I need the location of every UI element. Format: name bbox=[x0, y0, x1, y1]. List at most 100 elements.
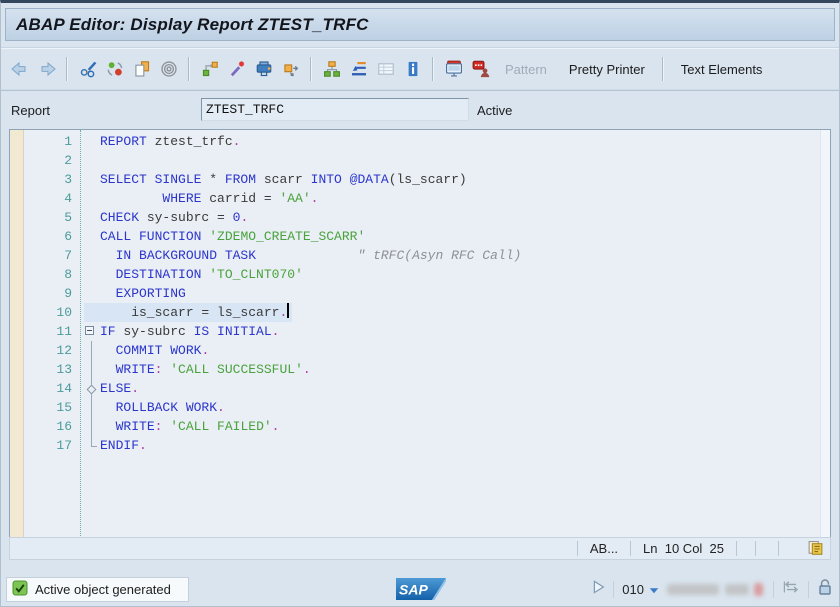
fold-gutter bbox=[84, 227, 100, 246]
active-status-label: Active bbox=[477, 103, 513, 118]
line-number: 5 bbox=[64, 210, 72, 225]
line-number: 7 bbox=[64, 248, 72, 263]
lock-icon[interactable] bbox=[817, 578, 833, 601]
report-input[interactable] bbox=[201, 98, 469, 121]
line-number: 17 bbox=[56, 438, 72, 453]
code-line[interactable]: 1 REPORT ztest_trfc. bbox=[23, 132, 820, 151]
cursor-position-label: Ln 10 Col 25 bbox=[643, 541, 724, 556]
fold-marker bbox=[84, 360, 100, 379]
page-title: ABAP Editor: Display Report ZTEST_TRFC bbox=[16, 14, 369, 34]
title-bar: ABAP Editor: Display Report ZTEST_TRFC bbox=[5, 8, 835, 41]
fold-gutter bbox=[84, 132, 100, 151]
toolbar-separator bbox=[661, 57, 664, 81]
status-message-box: Active object generated bbox=[6, 577, 189, 602]
code-line[interactable]: 3 SELECT SINGLE * FROM scarr INTO @DATA(l… bbox=[23, 170, 820, 189]
line-number: 1 bbox=[64, 134, 72, 149]
code-line[interactable]: 17 ENDIF. bbox=[23, 436, 820, 455]
code-line[interactable]: 11 IF sy-subrc IS INITIAL. bbox=[23, 322, 820, 341]
data-transfer-icon bbox=[782, 580, 800, 599]
code-line[interactable]: 13 WRITE: 'CALL SUCCESSFUL'. bbox=[23, 360, 820, 379]
code-line[interactable]: 14 ELSE. bbox=[23, 379, 820, 398]
document-modified-icon[interactable] bbox=[807, 539, 824, 559]
code-line[interactable]: 10 is_scarr = ls_scarr. bbox=[23, 303, 820, 322]
fold-gutter bbox=[84, 189, 100, 208]
fold-gutter bbox=[84, 303, 100, 322]
object-hierarchy-icon[interactable] bbox=[319, 57, 344, 81]
code-line[interactable]: 16 WRITE: 'CALL FAILED'. bbox=[23, 417, 820, 436]
fold-gutter bbox=[84, 151, 100, 170]
text-elements-button[interactable]: Text Elements bbox=[671, 59, 773, 80]
line-number: 14 bbox=[56, 381, 72, 396]
status-separator bbox=[630, 541, 632, 556]
line-number: 4 bbox=[64, 191, 72, 206]
status-message: Active object generated bbox=[35, 582, 171, 597]
breakpoint-margin[interactable] bbox=[10, 130, 24, 538]
system-info-redacted bbox=[667, 582, 765, 598]
expand-status-icon[interactable] bbox=[593, 580, 605, 599]
code-lines: 1 REPORT ztest_trfc. 2 3 SELECT SINGLE * FRO… bbox=[23, 132, 820, 455]
line-number: 12 bbox=[56, 343, 72, 358]
redacted-status-icon bbox=[754, 582, 763, 596]
stop-transaction-icon[interactable] bbox=[468, 57, 493, 81]
spiral-icon[interactable] bbox=[156, 57, 181, 81]
copy-icon[interactable] bbox=[129, 57, 154, 81]
statusbar-separator bbox=[773, 581, 774, 598]
code-line[interactable]: 4 WHERE carrid = 'AA'. bbox=[23, 189, 820, 208]
status-bar: Active object generated SAP 010 bbox=[1, 575, 839, 605]
pretty-printer-button[interactable]: Pretty Printer bbox=[559, 59, 655, 80]
client-number: 010 bbox=[622, 582, 644, 597]
fold-gutter bbox=[84, 246, 100, 265]
report-form-row: Report Active bbox=[1, 93, 839, 127]
line-number: 3 bbox=[64, 172, 72, 187]
status-separator bbox=[778, 541, 779, 556]
chevron-down-icon[interactable] bbox=[649, 582, 659, 597]
display-views-icon[interactable] bbox=[441, 57, 466, 81]
client-selector[interactable]: 010 bbox=[622, 582, 659, 597]
table-view-icon[interactable] bbox=[373, 57, 398, 81]
line-number: 11 bbox=[56, 324, 72, 339]
code-line[interactable]: 5 CHECK sy-subrc = 0. bbox=[23, 208, 820, 227]
sap-logo: SAP bbox=[396, 578, 448, 605]
editor-scrollbar[interactable] bbox=[820, 130, 830, 538]
sort-icon[interactable] bbox=[346, 57, 371, 81]
report-label: Report bbox=[11, 103, 51, 118]
redacted-text-blob bbox=[667, 583, 719, 595]
status-separator bbox=[576, 541, 578, 556]
perspective-label: AB... bbox=[589, 541, 619, 556]
pattern-wand-icon[interactable] bbox=[224, 57, 249, 81]
fold-marker[interactable] bbox=[84, 322, 100, 341]
toolbar-separator bbox=[66, 57, 68, 81]
fold-gutter bbox=[84, 265, 100, 284]
display-change-icon[interactable] bbox=[75, 57, 100, 81]
forward-icon[interactable] bbox=[34, 57, 59, 81]
status-separator bbox=[736, 541, 737, 556]
back-icon[interactable] bbox=[7, 57, 32, 81]
copy-arrows-icon[interactable] bbox=[278, 57, 303, 81]
pattern-button[interactable]: Pattern bbox=[495, 59, 557, 80]
code-line[interactable]: 9 EXPORTING bbox=[23, 284, 820, 303]
line-number: 15 bbox=[56, 400, 72, 415]
where-used-icon[interactable] bbox=[197, 57, 222, 81]
refresh-icon[interactable] bbox=[102, 57, 127, 81]
line-number: 8 bbox=[64, 267, 72, 282]
toolbar-separator bbox=[432, 57, 434, 81]
toolbar-separator bbox=[310, 57, 312, 81]
fold-gutter bbox=[84, 208, 100, 227]
line-number: 9 bbox=[64, 286, 72, 301]
code-line[interactable]: 15 ROLLBACK WORK. bbox=[23, 398, 820, 417]
code-line[interactable]: 12 COMMIT WORK. bbox=[23, 341, 820, 360]
fold-marker bbox=[84, 417, 100, 436]
syntax-check-icon[interactable] bbox=[251, 57, 276, 81]
text-cursor bbox=[287, 303, 290, 318]
code-editor[interactable]: 1 REPORT ztest_trfc. 2 3 SELECT SINGLE * FRO… bbox=[9, 129, 831, 539]
code-line[interactable]: 7 IN BACKGROUND TASK " tRFC(Asyn RFC Cal… bbox=[23, 246, 820, 265]
fold-marker bbox=[84, 379, 100, 398]
line-number: 10 bbox=[56, 305, 72, 320]
code-line[interactable]: 8 DESTINATION 'TO_CLNT070' bbox=[23, 265, 820, 284]
code-line[interactable]: 6 CALL FUNCTION 'ZDEMO_CREATE_SCARR' bbox=[23, 227, 820, 246]
line-number: 16 bbox=[56, 419, 72, 434]
info-icon[interactable] bbox=[400, 57, 425, 81]
line-number: 2 bbox=[64, 153, 72, 168]
code-line[interactable]: 2 bbox=[23, 151, 820, 170]
line-number: 13 bbox=[56, 362, 72, 377]
